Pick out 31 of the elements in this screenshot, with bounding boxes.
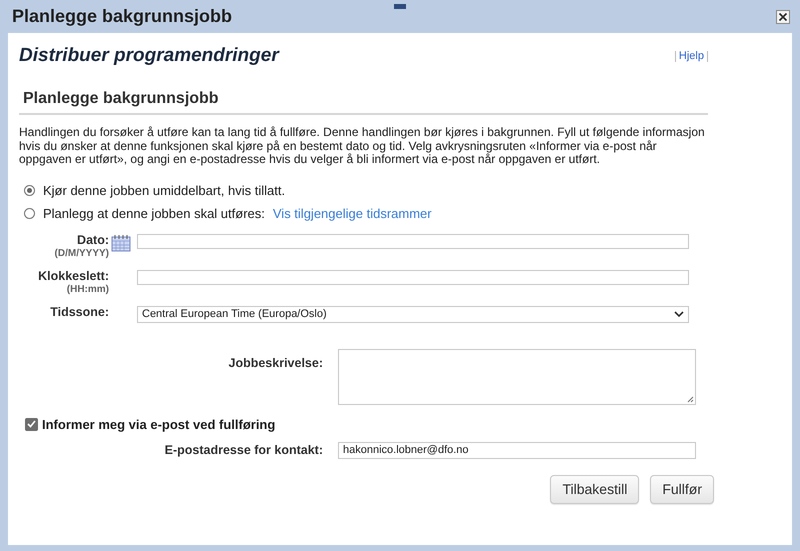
help-link[interactable]: Hjelp [674,50,708,62]
window-title: Planlegge bakgrunnsjobb [12,6,232,27]
radio-button[interactable] [24,208,35,218]
page-title: Distribuer programendringer [19,45,279,67]
date-field[interactable] [137,234,689,248]
field-label: E-postadresse for kontakt: [164,442,323,458]
field-label: Klokkeslett: [38,268,109,282]
close-button[interactable] [776,10,790,24]
field-label: Jobbeskrivelse: [228,356,323,372]
field-label: Tidssone: [50,304,109,318]
checkbox-label: Informer meg via e-post ved fullføring [42,416,276,432]
finish-button[interactable]: Fullfør [650,474,714,504]
email-field[interactable]: hakonnico.lobner@dfo.no [338,442,696,458]
chevron-down-icon [674,310,684,318]
format-hint: (HH:mm) [66,282,109,296]
intro-text: Handlingen du forsøker å utføre kan ta lang tid å fullføre. Denne handlingen bør kjøres i bakgrunnen. Fyll ut følgende informasjon hvis du ønsker at denne funksjonen skal kjøre på en bestemt dato og tid. Velg avkrysningsruten «Informer via e-post når oppgaven er utført», og angi en e-postadresse hvis du velger å bli informert via e-post når oppgaven er utført. [19,126,706,166]
drag-handle-icon[interactable] [394,4,406,9]
timeframes-link[interactable]: Vis tilgjengelige tidsrammer [272,206,432,220]
checkbox[interactable] [25,418,38,430]
time-field[interactable] [137,270,689,284]
timezone-dropdown[interactable]: Central European Time (Europa/Oslo) [137,306,689,322]
radio-label: Planlegg at denne jobben skal utføres: [43,206,265,220]
format-hint: (D/M/YYYY) [54,246,109,260]
radio-label: Kjør denne jobben umiddelbart, hvis tillatt. [43,182,286,198]
radio-button[interactable] [24,184,35,196]
field-label: Dato: [77,232,109,246]
resize-grip-icon[interactable] [687,396,694,402]
section-title: Planlegge bakgrunnsjobb [19,90,708,115]
reset-button[interactable]: Tilbakestill [550,474,640,504]
calendar-icon[interactable] [111,234,131,252]
close-icon [778,12,788,22]
